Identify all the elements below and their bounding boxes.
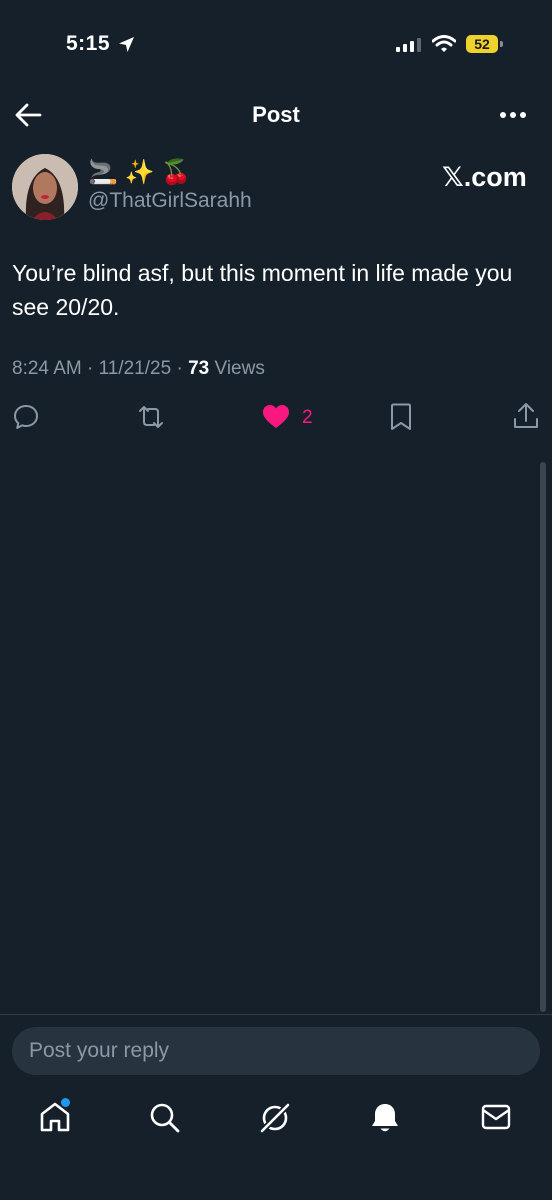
- status-time: 5:15: [66, 32, 111, 55]
- post-date[interactable]: 11/21/25: [99, 358, 172, 379]
- post-time[interactable]: 8:24 AM: [12, 358, 82, 379]
- grok-icon[interactable]: [258, 1101, 292, 1135]
- views-label[interactable]: Views: [214, 358, 264, 379]
- scrollbar[interactable]: [540, 462, 546, 1012]
- location-arrow-icon: [118, 36, 135, 53]
- divider: [0, 1014, 552, 1015]
- user-handle[interactable]: @ThatGirlSarahh: [88, 189, 252, 213]
- post-meta: 8:24 AM · 11/21/25 · 73 Views: [12, 358, 265, 380]
- heart-icon[interactable]: [262, 404, 290, 430]
- watermark-logo: 𝕏.com: [442, 162, 527, 192]
- wifi-icon: [432, 35, 456, 53]
- reply-icon[interactable]: [13, 404, 39, 430]
- meta-separator: ·: [176, 358, 183, 379]
- views-count[interactable]: 73: [188, 358, 209, 379]
- cellular-signal-icon: [396, 38, 422, 52]
- avatar[interactable]: [12, 154, 78, 220]
- search-icon[interactable]: [149, 1102, 181, 1134]
- notifications-icon[interactable]: [369, 1101, 401, 1135]
- battery-indicator: 52: [466, 35, 503, 53]
- like-count[interactable]: 2: [302, 407, 313, 429]
- bookmark-icon[interactable]: [389, 403, 413, 431]
- unread-dot: [61, 1098, 70, 1107]
- display-name[interactable]: 🚬 ✨ 🍒: [88, 158, 191, 188]
- meta-separator: ·: [87, 358, 94, 379]
- battery-level: 52: [474, 36, 490, 52]
- post-text: You’re blind asf, but this moment in lif…: [12, 260, 513, 320]
- reply-input[interactable]: [12, 1027, 540, 1075]
- share-icon[interactable]: [513, 402, 539, 430]
- page-title: Post: [252, 102, 300, 127]
- messages-icon[interactable]: [481, 1104, 511, 1130]
- more-horizontal-icon[interactable]: [498, 107, 528, 123]
- retweet-icon[interactable]: [136, 404, 166, 430]
